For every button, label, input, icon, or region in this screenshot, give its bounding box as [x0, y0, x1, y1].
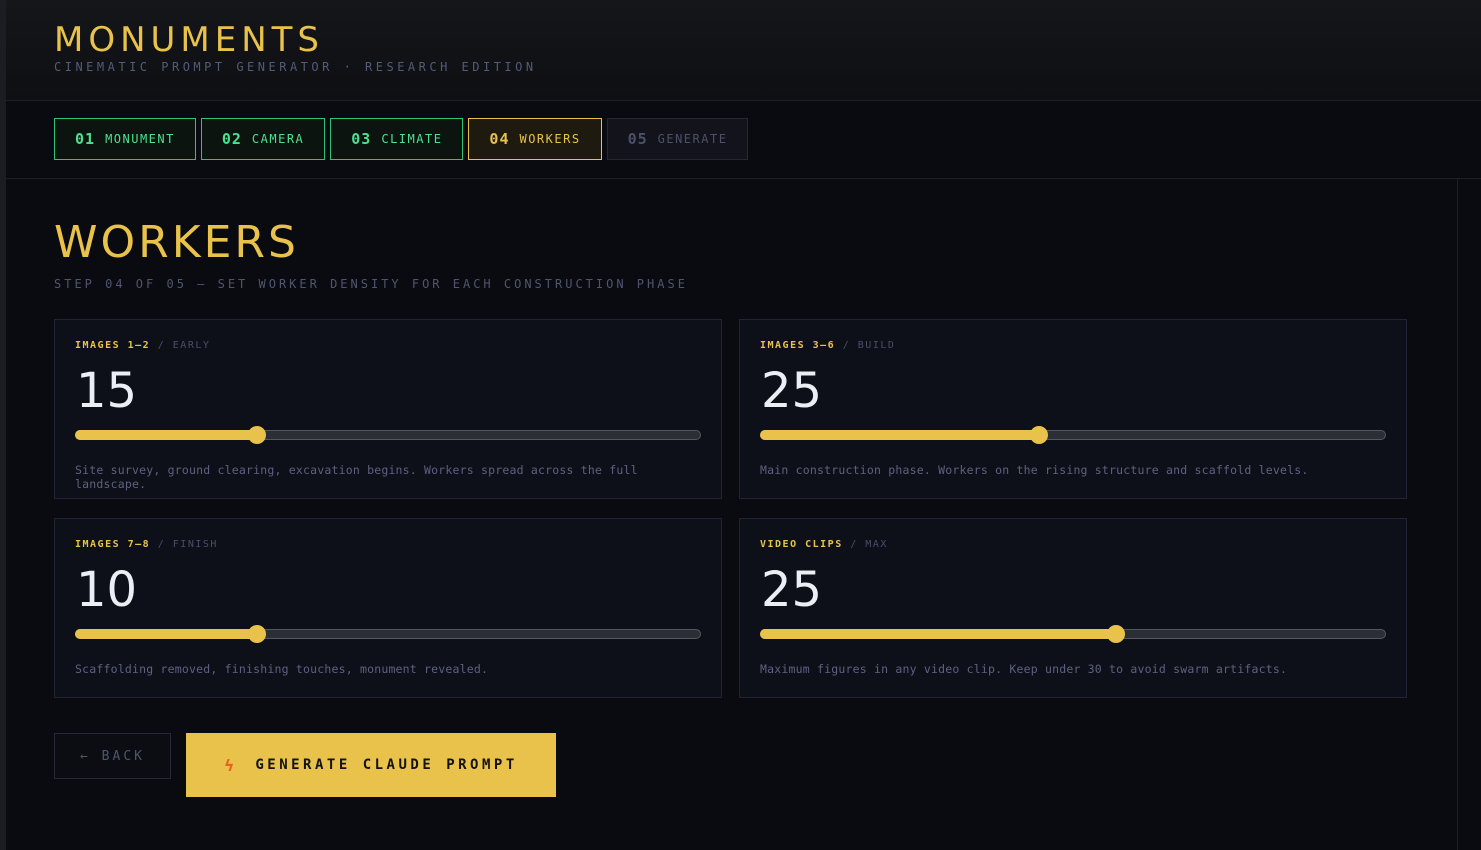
card-images-3-6: IMAGES 3–6 / BUILD 25 Main construction … [739, 319, 1407, 499]
step-tab-climate[interactable]: 03 CLIMATE [330, 118, 464, 160]
step-navigation: 01 MONUMENT 02 CAMERA 03 CLIMATE 04 WORK… [6, 101, 1481, 179]
step-label: WORKERS [519, 132, 581, 146]
generate-label: GENERATE CLAUDE PROMPT [255, 757, 518, 773]
worker-count: 25 [761, 562, 823, 618]
worker-slider[interactable] [760, 426, 1386, 444]
card-label-phase: EARLY [172, 340, 211, 351]
card-label: IMAGES 7–8 / FINISH [75, 539, 701, 550]
step-tab-workers[interactable]: 04 WORKERS [468, 118, 602, 160]
slider-thumb[interactable] [1030, 426, 1049, 444]
card-images-1-2: IMAGES 1–2 / EARLY 15 Site survey, groun… [54, 319, 722, 499]
step-label: CAMERA [251, 132, 305, 146]
step-tab-generate[interactable]: 05 GENERATE [606, 118, 749, 160]
card-label-phase: MAX [865, 539, 888, 550]
worker-cards: IMAGES 1–2 / EARLY 15 Site survey, groun… [54, 319, 1481, 698]
label-separator: / [150, 539, 173, 550]
slider-thumb[interactable] [247, 426, 266, 444]
card-label: VIDEO CLIPS / MAX [760, 539, 1386, 550]
card-description: Site survey, ground clearing, excavation… [75, 463, 638, 491]
slider-fill [75, 430, 257, 440]
app-header: MONUMENTS CINEMATIC PROMPT GENERATOR · R… [6, 0, 1481, 101]
worker-count: 25 [761, 363, 823, 419]
step-label: GENERATE [657, 132, 728, 146]
main-content: WORKERS STEP 04 OF 05 — SET WORKER DENSI… [6, 179, 1481, 797]
step-tab-camera[interactable]: 02 CAMERA [200, 118, 326, 160]
card-label-phase: FINISH [172, 539, 218, 550]
card-description: Scaffolding removed, finishing touches, … [75, 662, 489, 676]
app-window: MONUMENTS CINEMATIC PROMPT GENERATOR · R… [0, 0, 1481, 850]
worker-slider[interactable] [760, 625, 1386, 643]
label-separator: / [835, 340, 858, 351]
brand-title: MONUMENTS [54, 20, 325, 60]
card-description: Main construction phase. Workers on the … [760, 463, 1309, 477]
bolt-icon: ϟ [224, 755, 238, 775]
card-label-phase: BUILD [857, 340, 896, 351]
worker-count: 15 [76, 363, 138, 419]
card-video-clips: VIDEO CLIPS / MAX 25 Maximum figures in … [739, 518, 1407, 698]
action-bar: ← BACK ϟ GENERATE CLAUDE PROMPT [54, 733, 1481, 797]
step-label: MONUMENT [105, 132, 175, 146]
worker-count: 10 [76, 562, 138, 618]
back-button[interactable]: ← BACK [54, 733, 171, 779]
card-label-title: IMAGES 3–6 [760, 340, 836, 351]
step-tab-monument[interactable]: 01 MONUMENT [54, 118, 196, 160]
card-label: IMAGES 1–2 / EARLY [75, 340, 701, 351]
card-label: IMAGES 3–6 / BUILD [760, 340, 1386, 351]
brand-subtitle: CINEMATIC PROMPT GENERATOR · RESEARCH ED… [54, 60, 537, 74]
card-label-title: VIDEO CLIPS [760, 539, 843, 550]
slider-fill [760, 629, 1117, 639]
card-label-title: IMAGES 7–8 [75, 539, 151, 550]
step-number: 01 [75, 130, 96, 148]
generate-prompt-button[interactable]: ϟ GENERATE CLAUDE PROMPT [186, 733, 556, 797]
step-number: 05 [627, 130, 648, 148]
step-label: CLIMATE [381, 132, 443, 146]
card-images-7-8: IMAGES 7–8 / FINISH 10 Scaffolding remov… [54, 518, 722, 698]
step-number: 03 [351, 130, 372, 148]
label-separator: / [150, 340, 173, 351]
page-title: WORKERS [54, 217, 299, 268]
page-subtitle: STEP 04 OF 05 — SET WORKER DENSITY FOR E… [54, 277, 688, 291]
card-description: Maximum figures in any video clip. Keep … [760, 662, 1288, 676]
step-number: 04 [489, 130, 510, 148]
worker-slider[interactable] [75, 426, 701, 444]
card-label-title: IMAGES 1–2 [75, 340, 151, 351]
step-number: 02 [221, 130, 242, 148]
slider-fill [760, 430, 1040, 440]
slider-fill [75, 629, 257, 639]
worker-slider[interactable] [75, 625, 701, 643]
slider-thumb[interactable] [247, 625, 266, 643]
label-separator: / [842, 539, 866, 550]
slider-thumb[interactable] [1107, 625, 1126, 643]
